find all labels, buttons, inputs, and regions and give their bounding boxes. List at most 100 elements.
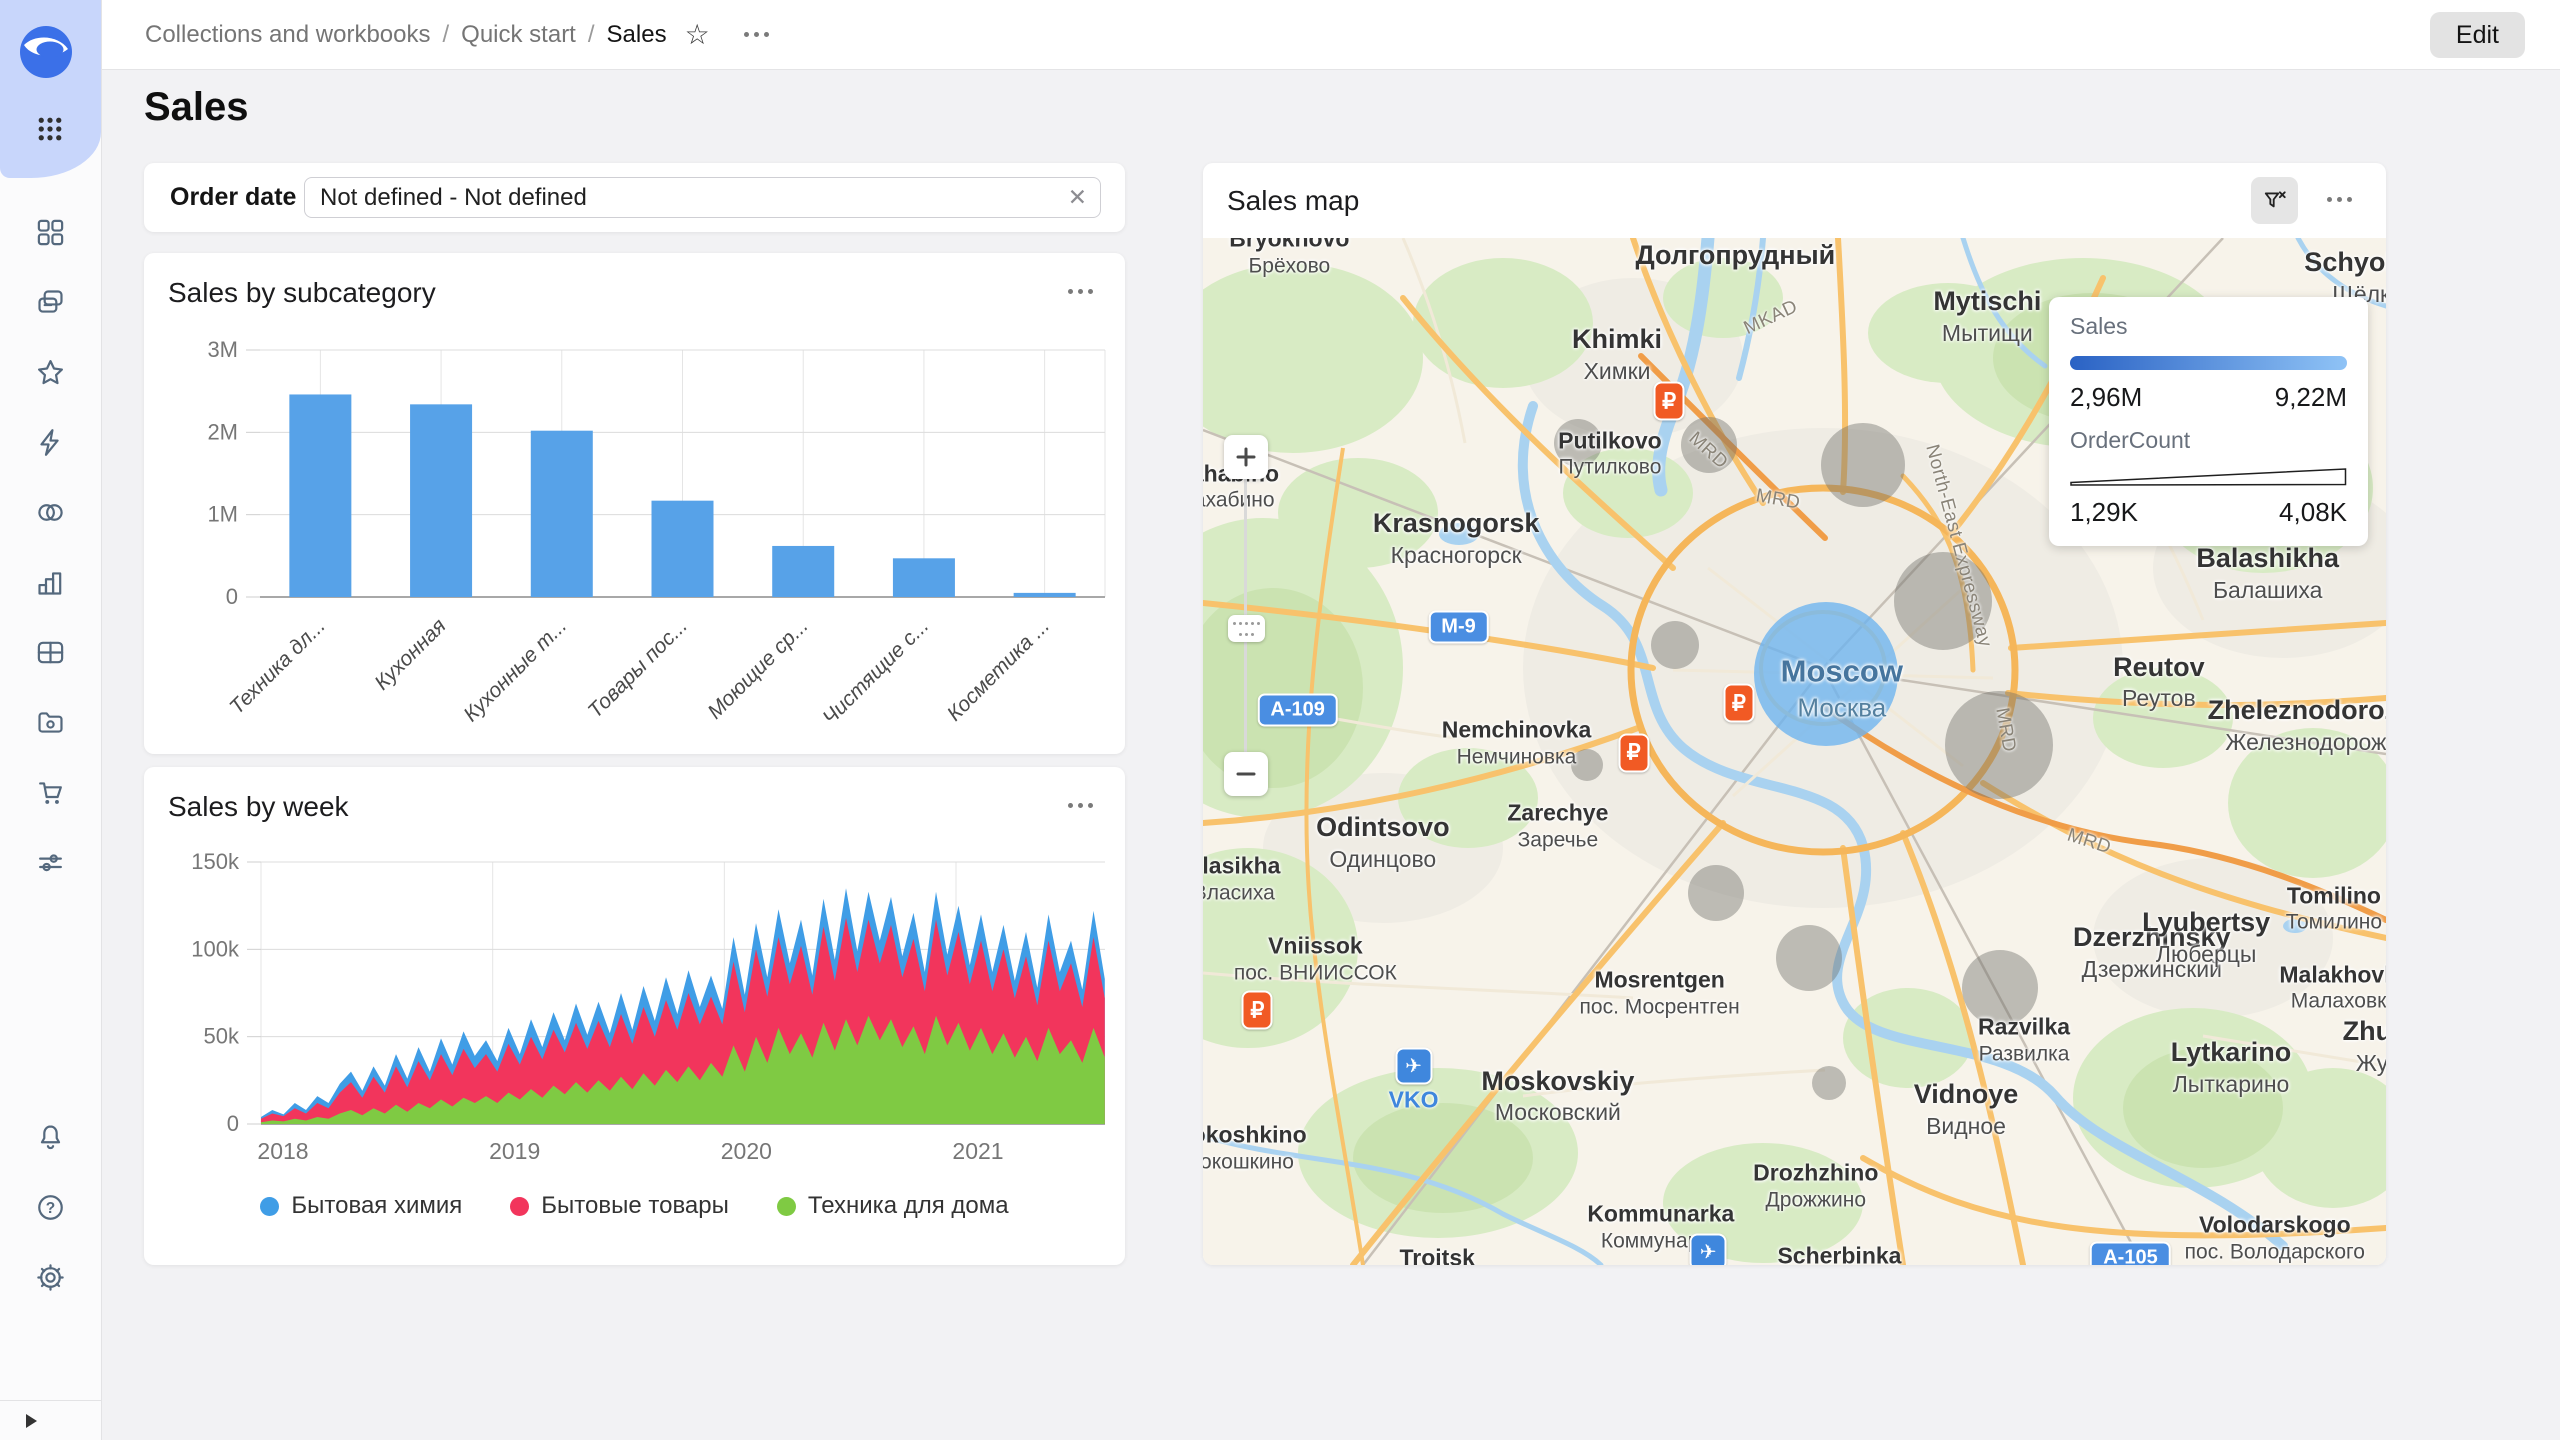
sales-gradient-bar <box>2070 356 2347 370</box>
apps-grid-icon[interactable] <box>28 107 72 151</box>
sales-map-card: Sales map <box>1203 163 2386 1265</box>
svg-text:?: ? <box>46 1200 55 1217</box>
week-area-chart: 2018201920202021150k100k50k0 <box>144 767 1125 1187</box>
breadcrumb-quick-start[interactable]: Quick start <box>461 21 576 49</box>
map-place-label: ReutovРеутов <box>2113 650 2205 713</box>
airport-code-label: VKO <box>1389 1086 1439 1113</box>
remove-filter-button[interactable] <box>2251 177 2298 224</box>
airport-icon: ✈ <box>1395 1047 1432 1084</box>
svg-text:2M: 2M <box>207 419 238 444</box>
clear-filter-icon[interactable]: ✕ <box>1068 184 1087 211</box>
airport-icon: ✈ <box>1690 1233 1727 1265</box>
svg-text:2019: 2019 <box>489 1138 540 1164</box>
breadcrumb-current: Sales <box>607 21 667 49</box>
metro-ruble-icon: ₽ <box>1242 991 1273 1030</box>
subcategory-chart-title: Sales by subcategory <box>168 277 436 309</box>
subcategory-bar-chart: 3M2M1M0Техника дл...КухоннаяКухонные т..… <box>144 253 1125 723</box>
svg-text:2021: 2021 <box>952 1138 1003 1164</box>
sidebar-item-service-settings[interactable] <box>0 827 101 897</box>
svg-text:Кухонные т...: Кухонные т... <box>459 614 571 723</box>
map-place-label: Vniissokпос. ВНИИССОК <box>1234 931 1397 986</box>
breadcrumb: Collections and workbooks / Quick start … <box>145 21 667 49</box>
datalens-logo[interactable] <box>20 26 72 78</box>
map-place-label: TroitskТроицк <box>1400 1244 1475 1265</box>
map-can[interactable]: BryokhovoБрёховоДолгопрудныйMytischiМыти… <box>1203 238 2386 1265</box>
ordercount-ramp-icon <box>2070 468 2347 487</box>
edit-button[interactable]: Edit <box>2430 12 2525 58</box>
datalens-logo-icon <box>20 26 72 78</box>
sidebar-item-quick-actions[interactable] <box>0 407 101 477</box>
sidebar-footer <box>0 1400 101 1441</box>
map-legend: Sales 2,96M 9,22M OrderCount 1,29K 4,08K <box>2049 297 2368 546</box>
sidebar-nav <box>0 197 101 897</box>
sidebar-item-storage[interactable] <box>0 687 101 757</box>
map-place-label: LyubertsyЛюберцы <box>2142 906 2270 969</box>
order-date-input[interactable] <box>304 177 1101 218</box>
map-place-label: MoskovskiyМосковский <box>1481 1064 1634 1127</box>
page-title: Sales <box>144 85 249 130</box>
map-place-label: KrasnogorskКрасногорск <box>1373 507 1540 570</box>
sidebar-item-dashboards[interactable] <box>0 617 101 687</box>
ordercount-min-value: 1,29K <box>2070 497 2138 528</box>
sidebar-item-all-objects[interactable] <box>0 197 101 267</box>
map-place-label: ScherbinkaЩербинка <box>1777 1242 1901 1265</box>
sales-min-value: 2,96M <box>2070 382 2142 413</box>
zoom-out-button[interactable] <box>1224 752 1268 796</box>
subcategory-chart-menu-icon[interactable] <box>1060 281 1101 302</box>
notifications-bell-icon[interactable] <box>0 1102 101 1172</box>
legend-item[interactable]: Бытовые товары <box>510 1192 729 1220</box>
legend-item[interactable]: Бытовая химия <box>260 1192 462 1220</box>
breadcrumb-more-icon[interactable] <box>736 24 777 45</box>
svg-text:1M: 1M <box>207 502 238 527</box>
map-place-label: OdintsovoОдинцово <box>1316 811 1450 874</box>
top-bar: Collections and workbooks / Quick start … <box>101 0 2560 70</box>
map-menu-icon[interactable] <box>2319 189 2360 210</box>
funnel-x-icon <box>2262 188 2288 214</box>
legend-sales-label: Sales <box>2070 313 2347 340</box>
week-chart-legend: Бытовая химия Бытовые товары Техника для д… <box>144 1192 1125 1220</box>
legend-dot-icon <box>260 1197 279 1216</box>
legend-ordercount-label: OrderCount <box>2070 427 2347 454</box>
road-name-label: North-East Expressway <box>1920 442 1995 650</box>
road-shield: M-9 <box>1428 611 1488 644</box>
ordercount-max-value: 4,08K <box>2279 497 2347 528</box>
svg-text:3M: 3M <box>207 337 238 362</box>
zoom-slider-handle[interactable] <box>1228 615 1265 642</box>
sidebar-item-collections[interactable] <box>0 267 101 337</box>
map-place-label: Volodarskogoпос. Володарского <box>2185 1211 2365 1265</box>
zoom-in-button[interactable] <box>1224 435 1268 479</box>
map-place-label: KokoshkinoКокошкино <box>1203 1120 1307 1175</box>
sidebar-bottom: ? <box>0 1102 101 1312</box>
map-place-label: TomilinoТомилино <box>2286 881 2382 936</box>
svg-text:0: 0 <box>227 1111 239 1136</box>
favorite-star-icon[interactable]: ☆ <box>685 21 710 49</box>
settings-gear-icon[interactable] <box>0 1242 101 1312</box>
svg-text:Кухонная: Кухонная <box>370 614 450 694</box>
map-place-label: VidnoyeВидное <box>1914 1078 2019 1141</box>
sidebar-item-connections[interactable] <box>0 477 101 547</box>
metro-ruble-icon: ₽ <box>1618 733 1649 772</box>
legend-label: Техника для дома <box>808 1192 1009 1220</box>
sales-by-week-card: 2018201920202021150k100k50k0 Sales by we… <box>144 767 1125 1265</box>
road-name-label: MRD <box>1684 427 1732 473</box>
map-place-label: BalashikhaБалашиха <box>2196 542 2339 605</box>
sidebar-logo-zone <box>0 0 101 178</box>
sidebar-item-charts[interactable] <box>0 547 101 617</box>
breadcrumb-separator: / <box>442 21 449 49</box>
map-card-header: Sales map <box>1203 163 2386 238</box>
breadcrumb-collections[interactable]: Collections and workbooks <box>145 21 430 49</box>
map-place-label: MalakhovkaМалаховка <box>2279 960 2386 1015</box>
map-place-label: Mosrentgenпос. Мосрентген <box>1580 965 1740 1020</box>
svg-text:50k: 50k <box>204 1024 240 1049</box>
sidebar-item-favorites[interactable] <box>0 337 101 407</box>
map-place-label: RazvilkaРазвилка <box>1978 1013 2070 1068</box>
legend-item[interactable]: Техника для дома <box>777 1192 1009 1220</box>
svg-text:0: 0 <box>226 584 238 609</box>
legend-dot-icon <box>510 1197 529 1216</box>
map-title: Sales map <box>1227 163 1359 238</box>
expand-sidebar-icon[interactable] <box>26 1414 37 1428</box>
sidebar-item-marketplace[interactable] <box>0 757 101 827</box>
svg-text:150k: 150k <box>191 849 240 874</box>
help-icon[interactable]: ? <box>0 1172 101 1242</box>
week-chart-menu-icon[interactable] <box>1060 795 1101 816</box>
